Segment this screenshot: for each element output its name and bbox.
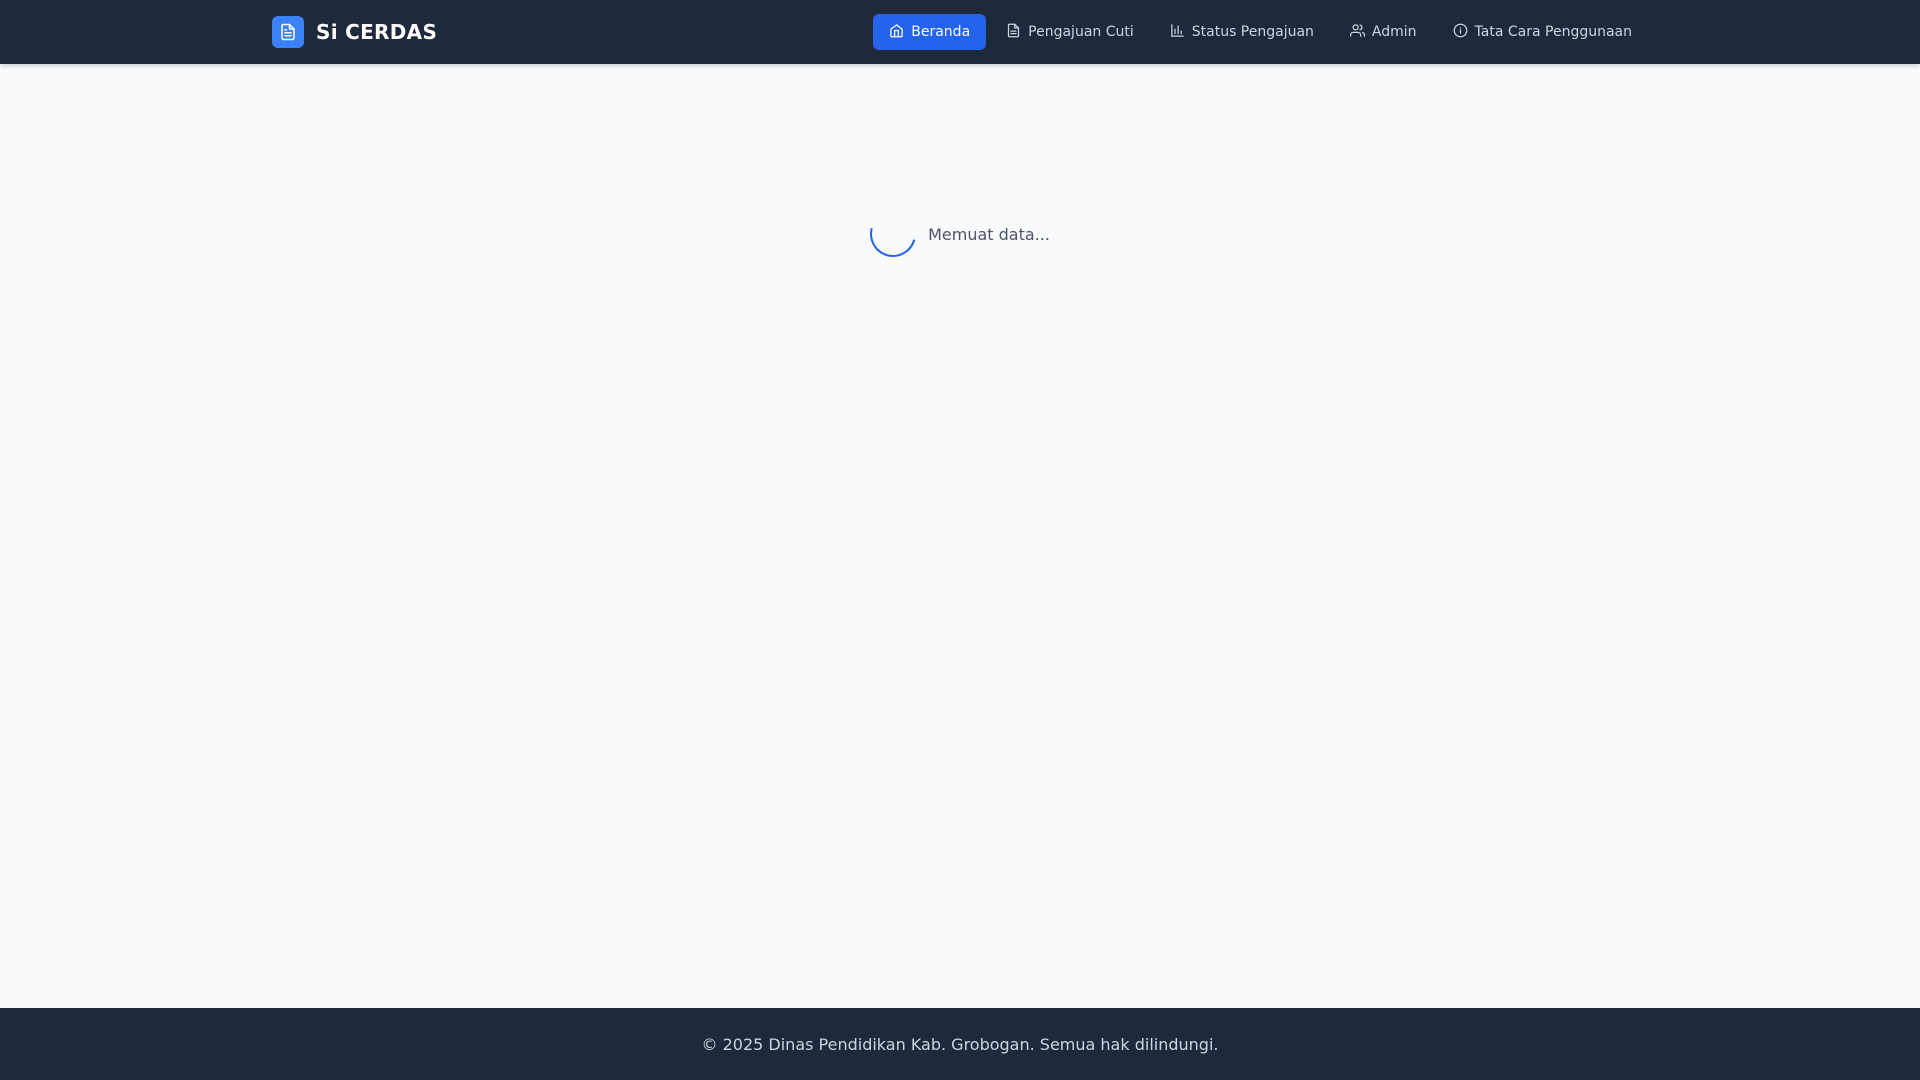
info-icon bbox=[1453, 23, 1468, 42]
top-navbar: Si CERDAS Beranda Pengajuan Cuti Status … bbox=[0, 0, 1920, 64]
loading-text: Memuat data... bbox=[928, 224, 1050, 244]
nav-item-label: Tata Cara Penggunaan bbox=[1474, 24, 1632, 40]
bar-chart-icon bbox=[1170, 23, 1185, 42]
brand-name: Si CERDAS bbox=[316, 20, 438, 44]
main-nav: Beranda Pengajuan Cuti Status Pengajuan … bbox=[873, 14, 1648, 50]
home-icon bbox=[889, 23, 904, 42]
brand[interactable]: Si CERDAS bbox=[272, 16, 437, 48]
app-root: Si CERDAS Beranda Pengajuan Cuti Status … bbox=[0, 0, 1920, 1080]
footer: © 2025 Dinas Pendidikan Kab. Grobogan. S… bbox=[0, 1008, 1920, 1080]
nav-item-label: Admin bbox=[1371, 24, 1417, 40]
loading-spinner-icon bbox=[861, 202, 925, 266]
navbar-container: Si CERDAS Beranda Pengajuan Cuti Status … bbox=[240, 0, 1680, 64]
nav-item-label: Status Pengajuan bbox=[1191, 24, 1314, 40]
nav-item-status-pengajuan[interactable]: Status Pengajuan bbox=[1154, 14, 1330, 50]
document-icon bbox=[1006, 23, 1021, 42]
main-content: Memuat data... bbox=[0, 64, 1920, 1008]
footer-copyright: © 2025 Dinas Pendidikan Kab. Grobogan. S… bbox=[701, 1034, 1219, 1054]
document-icon bbox=[272, 16, 304, 48]
nav-item-pengajuan-cuti[interactable]: Pengajuan Cuti bbox=[990, 14, 1150, 50]
nav-item-label: Pengajuan Cuti bbox=[1028, 24, 1134, 40]
nav-item-admin[interactable]: Admin bbox=[1334, 14, 1433, 50]
users-icon bbox=[1349, 23, 1365, 42]
nav-item-beranda[interactable]: Beranda bbox=[873, 14, 987, 50]
nav-item-label: Beranda bbox=[911, 24, 971, 40]
nav-item-tata-cara[interactable]: Tata Cara Penggunaan bbox=[1437, 14, 1648, 50]
loading-indicator: Memuat data... bbox=[0, 202, 1920, 266]
